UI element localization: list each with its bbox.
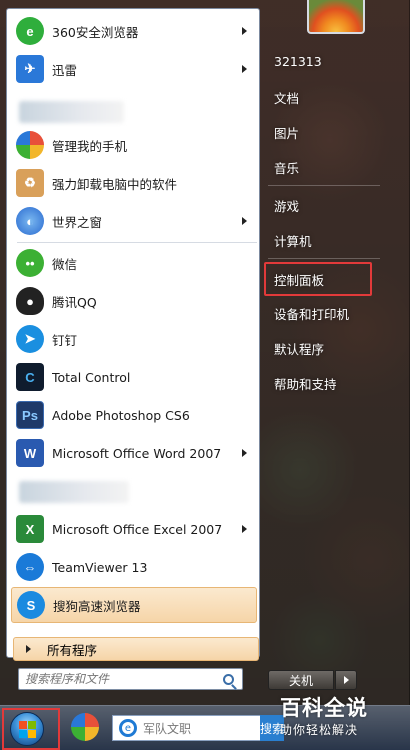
right-item-default-programs[interactable]: 默认程序: [268, 333, 398, 363]
search-icon[interactable]: [223, 673, 234, 685]
shutdown-options-button[interactable]: [335, 670, 357, 690]
program-excel[interactable]: X Microsoft Office Excel 2007: [11, 511, 257, 547]
user-picture-icon[interactable]: [307, 0, 365, 34]
qq-icon: ●: [16, 287, 44, 315]
program-label: 腾讯QQ: [52, 294, 97, 310]
start-search-input[interactable]: [25, 670, 223, 688]
start-search-box[interactable]: [18, 668, 243, 690]
dingtalk-icon: ➤: [16, 325, 44, 353]
program-label: Microsoft Office Word 2007: [52, 445, 222, 461]
wechat-icon: ••: [16, 249, 44, 277]
submenu-arrow-icon: [242, 525, 247, 533]
start-menu: e 360安全浏览器 ✈ 迅雷 管理我的手机 ♻ 强力卸载电脑中的软件 ◐ 世界…: [0, 0, 410, 705]
start-button-highlight-box: [2, 708, 60, 750]
program-label: 微信: [52, 256, 78, 272]
teamviewer-icon: ⇔: [16, 553, 44, 581]
uninstaller-icon: ♻: [16, 169, 44, 197]
right-item-documents[interactable]: 文档: [268, 82, 398, 112]
right-item-help-support[interactable]: 帮助和支持: [268, 368, 398, 398]
all-programs-label: 所有程序: [47, 642, 98, 658]
program-label: Total Control: [52, 369, 131, 385]
program-phone-manager[interactable]: 管理我的手机: [11, 127, 257, 163]
program-label: 钉钉: [52, 332, 78, 348]
program-total-control[interactable]: C Total Control: [11, 359, 257, 395]
watermark: 百科全说 助你轻松解决: [280, 688, 404, 746]
photoshop-icon: Ps: [16, 401, 44, 429]
phone-manager-icon: [16, 131, 44, 159]
word-icon: W: [16, 439, 44, 467]
program-label: Adobe Photoshop CS6: [52, 407, 190, 423]
right-item-devices-printers[interactable]: 设备和打印机: [268, 298, 398, 328]
program-360-browser[interactable]: e 360安全浏览器: [11, 13, 257, 49]
program-photoshop[interactable]: Ps Adobe Photoshop CS6: [11, 397, 257, 433]
program-wechat[interactable]: •• 微信: [11, 245, 257, 281]
right-separator: [268, 258, 380, 259]
watermark-subtitle: 助你轻松解决: [280, 723, 359, 737]
program-theworld[interactable]: ◐ 世界之窗: [11, 203, 257, 239]
program-label: 搜狗高速浏览器: [53, 598, 141, 614]
submenu-arrow-icon: [242, 27, 247, 35]
submenu-arrow-icon: [242, 65, 247, 73]
program-uninstaller[interactable]: ♻ 强力卸载电脑中的软件: [11, 165, 257, 201]
ie-icon: e: [119, 719, 137, 737]
control-panel-highlight-box: [264, 262, 372, 296]
program-word[interactable]: W Microsoft Office Word 2007: [11, 435, 257, 471]
taskbar-app-button[interactable]: [68, 710, 102, 744]
blurred-item: [19, 481, 129, 503]
program-label: 强力卸载电脑中的软件: [52, 176, 178, 192]
program-dingtalk[interactable]: ➤ 钉钉: [11, 321, 257, 357]
submenu-arrow-icon: [242, 449, 247, 457]
taskbar-search-text: 军队文职: [143, 721, 192, 736]
program-qq[interactable]: ● 腾讯QQ: [11, 283, 257, 319]
browser-360-icon: e: [16, 17, 44, 45]
program-label: Microsoft Office Excel 2007: [52, 521, 223, 537]
programs-pane: e 360安全浏览器 ✈ 迅雷 管理我的手机 ♻ 强力卸载电脑中的软件 ◐ 世界…: [6, 8, 260, 661]
phone-manager-icon: [71, 713, 99, 741]
watermark-title: 百科全说: [280, 696, 368, 720]
right-item-music[interactable]: 音乐: [268, 152, 398, 182]
program-label: 迅雷: [52, 62, 78, 78]
thunder-icon: ✈: [16, 55, 44, 83]
right-item-computer[interactable]: 计算机: [268, 225, 398, 255]
menu-separator: [17, 242, 257, 243]
theworld-icon: ◐: [16, 207, 44, 235]
program-label: TeamViewer 13: [52, 559, 148, 575]
program-thunder[interactable]: ✈ 迅雷: [11, 51, 257, 87]
program-teamviewer[interactable]: ⇔ TeamViewer 13: [11, 549, 257, 585]
program-sogou-browser[interactable]: S 搜狗高速浏览器: [11, 587, 257, 623]
program-label: 360安全浏览器: [52, 24, 139, 40]
right-item-pictures[interactable]: 图片: [268, 117, 398, 147]
total-control-icon: C: [16, 363, 44, 391]
shutdown-button[interactable]: 关机: [268, 670, 334, 690]
chevron-right-icon: [343, 676, 349, 684]
expand-arrow-icon: [26, 645, 31, 653]
all-programs-button[interactable]: 所有程序: [13, 637, 259, 661]
right-separator: [268, 185, 380, 186]
sogou-browser-icon: S: [17, 591, 45, 619]
program-label: 管理我的手机: [52, 138, 128, 154]
submenu-arrow-icon: [242, 217, 247, 225]
taskbar-search-box[interactable]: e 军队文职: [112, 715, 262, 741]
excel-icon: X: [16, 515, 44, 543]
program-label: 世界之窗: [52, 214, 103, 230]
right-item-games[interactable]: 游戏: [268, 190, 398, 220]
right-item-user[interactable]: 321313: [268, 46, 398, 76]
blurred-item: [19, 101, 124, 123]
